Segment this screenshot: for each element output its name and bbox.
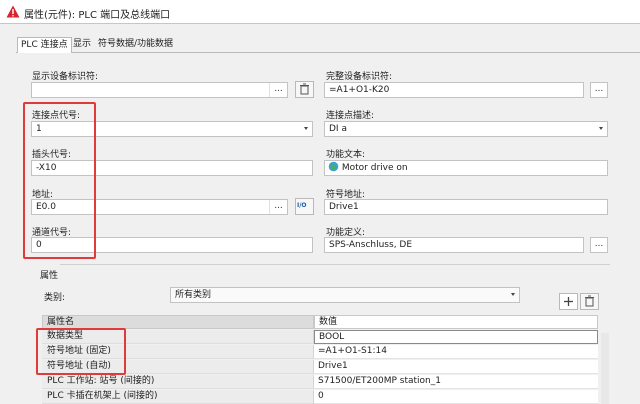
chevron-down-icon [511, 293, 515, 296]
address-browse-button[interactable]: ... [269, 200, 287, 214]
property-name-cell: 符号地址 (自动) [42, 360, 314, 374]
connection-point-desc-label: 连接点描述: [326, 111, 375, 121]
table-row[interactable]: PLC 工作站: 站号 (间接的) S71500/ET200MP station… [42, 375, 598, 389]
category-label: 类别: [44, 293, 66, 303]
category-select[interactable]: 所有类别 [170, 287, 520, 303]
table-row[interactable]: 数据类型 BOOL [42, 330, 598, 344]
io-icon: I/O [297, 202, 307, 209]
properties-group-border [60, 264, 610, 265]
tab-display[interactable]: 显示 [70, 37, 94, 52]
chevron-down-icon [304, 127, 308, 130]
add-property-button[interactable] [559, 293, 578, 310]
properties-group-title: 属性 [40, 271, 59, 281]
property-name-cell: 符号地址 (固定) [42, 345, 314, 359]
display-device-tag-input[interactable]: ... [31, 82, 288, 98]
column-header-property-name[interactable]: 属性名 [42, 315, 314, 329]
properties-scrollbar[interactable] [601, 333, 609, 404]
column-header-value[interactable]: 数值 [314, 315, 598, 329]
symbol-address-field[interactable]: Drive1 [324, 199, 608, 215]
property-value-cell[interactable]: =A1+O1-S1:14 [314, 345, 598, 359]
connection-point-code-select[interactable]: 1 [31, 121, 313, 137]
property-name-cell: PLC 工作站: 站号 (间接的) [42, 375, 314, 389]
plus-icon [564, 297, 573, 306]
property-value-cell[interactable]: S71500/ET200MP station_1 [314, 375, 598, 389]
tab-symbol-function-data[interactable]: 符号数据/功能数据 [95, 37, 176, 52]
full-device-tag-label: 完整设备标识符: [326, 72, 393, 82]
property-name-cell: 数据类型 [42, 330, 314, 344]
table-row[interactable]: PLC 卡插在机架上 (间接的) 0 [42, 390, 598, 404]
chevron-down-icon [599, 127, 603, 130]
plug-code-input[interactable]: -X10 [31, 160, 313, 176]
display-device-tag-label: 显示设备标识符: [32, 72, 99, 82]
address-input[interactable]: E0.0 ... [31, 199, 288, 215]
trash-icon [300, 83, 309, 95]
display-device-tag-browse-button[interactable]: ... [269, 83, 287, 97]
delete-button[interactable] [295, 81, 314, 98]
connection-point-desc-select[interactable]: DI a [324, 121, 608, 137]
tab-divider [16, 52, 640, 53]
full-device-tag-browse-button[interactable]: ... [590, 82, 608, 98]
plug-code-label: 插头代号: [32, 150, 72, 160]
warning-icon [6, 5, 20, 18]
property-name-cell: PLC 卡插在机架上 (间接的) [42, 390, 314, 404]
connection-point-code-label: 连接点代号: [32, 111, 81, 121]
function-definition-browse-button[interactable]: ... [590, 237, 608, 253]
channel-code-input[interactable]: 0 [31, 237, 313, 253]
title-bar: 属性(元件): PLC 端口及总线端口 [0, 0, 640, 24]
table-row[interactable]: 符号地址 (固定) =A1+O1-S1:14 [42, 345, 598, 359]
language-globe-icon [328, 161, 339, 172]
trash-icon [585, 295, 594, 307]
property-value-cell[interactable]: Drive1 [314, 360, 598, 374]
full-device-tag-field: =A1+O1-K20 [324, 82, 584, 98]
delete-property-button[interactable] [580, 293, 599, 310]
window-title: 属性(元件): PLC 端口及总线端口 [24, 10, 171, 21]
function-text-field[interactable]: Motor drive on [324, 160, 608, 176]
tab-plc-connection[interactable]: PLC 连接点 [17, 37, 72, 53]
table-row[interactable]: 符号地址 (自动) Drive1 [42, 360, 598, 374]
function-definition-field: SPS-Anschluss, DE [324, 237, 584, 253]
io-address-button[interactable]: I/O [295, 198, 314, 215]
function-text-label: 功能文本: [326, 150, 366, 160]
property-value-cell[interactable]: BOOL [314, 330, 598, 344]
property-value-cell[interactable]: 0 [314, 390, 598, 404]
